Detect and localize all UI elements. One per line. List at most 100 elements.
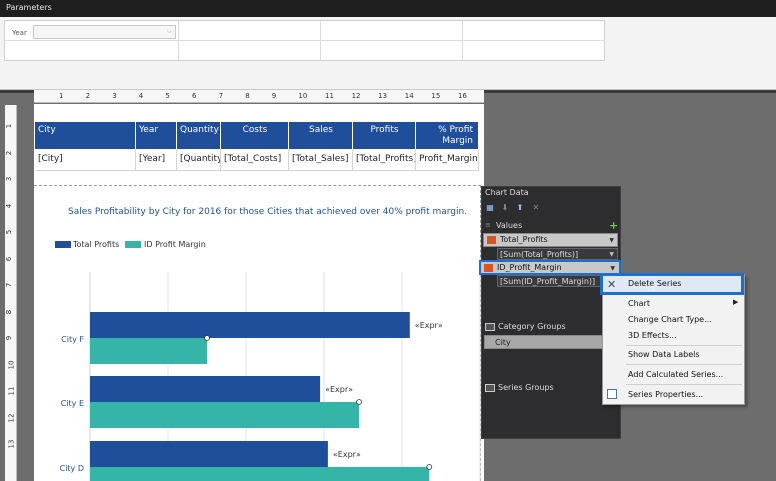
ruler-tick: 8 bbox=[245, 92, 250, 100]
ruler-tick: 15 bbox=[431, 92, 441, 100]
selection-handle bbox=[356, 399, 363, 405]
bar-id-profit-margin bbox=[90, 402, 360, 428]
menu-item-change-chart-type[interactable]: Change Chart Type... bbox=[628, 315, 712, 324]
ruler-tick: 10 bbox=[298, 92, 308, 100]
value-label: ID_Profit_Margin bbox=[497, 263, 562, 272]
bar-id-profit-margin bbox=[90, 338, 207, 364]
cursor-icon: ☝ bbox=[648, 281, 655, 294]
param-cell bbox=[321, 21, 463, 41]
grid-icon bbox=[485, 384, 495, 392]
category-label: City E bbox=[61, 399, 84, 408]
category-label: City F bbox=[61, 335, 84, 344]
ruler-tick: 13 bbox=[378, 92, 388, 100]
ruler-tick: 1 bbox=[5, 123, 14, 129]
values-label: Values bbox=[496, 221, 523, 230]
param-cell bbox=[179, 41, 321, 60]
ruler-tick: 7 bbox=[218, 92, 224, 100]
chart-data-title: Chart Data bbox=[485, 188, 529, 197]
move-down-icon[interactable]: ⬇ bbox=[500, 203, 510, 213]
parameters-header: Parameters bbox=[0, 0, 776, 17]
bar-total-profits bbox=[90, 441, 328, 467]
bar-expr-label: «Expr» bbox=[325, 385, 353, 394]
value-expression: [Sum(ID_Profit_Margin)] bbox=[500, 277, 596, 286]
grid-icon bbox=[485, 323, 495, 331]
bar-id-profit-margin bbox=[90, 467, 430, 481]
menu-item-delete-series[interactable]: Delete Series bbox=[628, 279, 681, 288]
table-header-cell[interactable]: % Profit Margin bbox=[416, 122, 479, 149]
ruler-tick: 14 bbox=[404, 92, 414, 100]
ruler-tick: 4 bbox=[5, 203, 14, 208]
ruler-tick: 11 bbox=[325, 92, 334, 100]
param-cell bbox=[463, 41, 604, 60]
menu-item-chart[interactable]: Chart bbox=[628, 299, 650, 308]
table-cell[interactable]: Profit_Margin] bbox=[416, 149, 479, 171]
vertical-ruler: 1 2 3 4 5 6 7 8 9 10 11 12 13 bbox=[5, 105, 17, 481]
value-expression-row[interactable]: [Sum(Total_Profits)] ▼ bbox=[497, 248, 618, 260]
bar-chart-icon bbox=[487, 236, 496, 244]
param-cell bbox=[321, 41, 463, 60]
ruler-tick: 5 bbox=[5, 229, 14, 235]
table-cell[interactable]: [Total_Profits] bbox=[353, 149, 416, 171]
chevron-down-icon[interactable]: ▼ bbox=[609, 237, 614, 244]
ruler-tick: 2 bbox=[5, 150, 14, 155]
ruler-tick: 1 bbox=[59, 92, 64, 100]
ruler-tick: 9 bbox=[271, 92, 277, 100]
menu-item-series-properties[interactable]: Series Properties... bbox=[628, 390, 703, 399]
table-cell[interactable]: [Quantity] bbox=[177, 149, 221, 171]
grid-icon[interactable]: ▦ bbox=[485, 203, 495, 213]
menu-item-3d-effects[interactable]: 3D Effects... bbox=[628, 331, 677, 340]
ruler-tick: 13 bbox=[7, 439, 16, 449]
close-icon[interactable]: ✕ bbox=[531, 203, 541, 213]
properties-icon bbox=[607, 389, 617, 399]
ruler-tick: 6 bbox=[5, 256, 14, 261]
table-cell[interactable]: [City] bbox=[35, 149, 136, 171]
chart-data-toolbar: ▦ ⬇ ⬆ ✕ bbox=[483, 201, 619, 215]
table-header-cell[interactable]: Quantity bbox=[177, 122, 221, 149]
selection-handle bbox=[426, 464, 433, 470]
ruler-tick: 4 bbox=[138, 92, 144, 100]
bar-total-profits bbox=[90, 376, 321, 402]
ruler-tick: 3 bbox=[112, 92, 117, 100]
ruler-tick: 16 bbox=[458, 92, 467, 100]
chevron-down-icon[interactable]: ▼ bbox=[610, 265, 615, 272]
menu-item-show-data-labels[interactable]: Show Data Labels bbox=[628, 350, 700, 359]
table-header-cell[interactable]: City bbox=[35, 122, 136, 149]
value-expression: [Sum(Total_Profits)] bbox=[500, 250, 579, 259]
table-cell[interactable]: [Year] bbox=[136, 149, 177, 171]
ruler-tick: 10 bbox=[7, 360, 16, 369]
menu-separator bbox=[626, 384, 742, 385]
year-select[interactable]: ⌵ bbox=[33, 25, 176, 39]
parameters-grid: Year ⌵ bbox=[4, 20, 605, 61]
value-row-total-profits[interactable]: Total_Profits ▼ bbox=[483, 233, 618, 247]
ruler-tick: 11 bbox=[7, 386, 16, 396]
ruler-tick: 9 bbox=[5, 335, 14, 341]
category-group-label: City bbox=[495, 338, 511, 347]
series-groups-header: Series Groups bbox=[483, 382, 604, 394]
param-cell bbox=[463, 21, 604, 41]
add-value-icon[interactable]: + bbox=[609, 219, 618, 232]
menu-item-add-calculated-series[interactable]: Add Calculated Series... bbox=[628, 370, 723, 379]
move-up-icon[interactable]: ⬆ bbox=[515, 203, 525, 213]
series-groups-label: Series Groups bbox=[498, 383, 554, 392]
ruler-tick: 3 bbox=[5, 176, 14, 182]
value-label: Total_Profits bbox=[500, 235, 548, 244]
chart-plot: «Expr» City F «Expr» City E «Expr» City D bbox=[60, 272, 481, 481]
category-groups-header: Category Groups bbox=[483, 321, 604, 333]
category-group-row[interactable]: City bbox=[484, 335, 604, 349]
bar-expr-label: «Expr» bbox=[333, 450, 361, 459]
param-cell bbox=[5, 41, 179, 60]
horizontal-ruler: 1 2 3 4 5 6 7 8 9 10 11 12 13 14 15 16 bbox=[34, 90, 484, 103]
table-header-cell[interactable]: Profits bbox=[353, 122, 416, 149]
table-header-cell[interactable]: Sales bbox=[289, 122, 353, 149]
menu-separator bbox=[626, 345, 742, 346]
chevron-down-icon[interactable]: ▼ bbox=[609, 251, 614, 258]
table-header-cell[interactable]: Year bbox=[136, 122, 177, 149]
table-cell[interactable]: [Total_Sales] bbox=[289, 149, 353, 171]
ruler-tick: 5 bbox=[165, 92, 170, 100]
menu-separator bbox=[626, 364, 742, 365]
chevron-right-icon: ▶ bbox=[733, 298, 739, 306]
table-header-cell[interactable]: Costs bbox=[221, 122, 289, 149]
section-icon: ≡ bbox=[485, 221, 491, 229]
param-cell bbox=[179, 21, 321, 41]
table-cell[interactable]: [Total_Costs] bbox=[221, 149, 289, 171]
